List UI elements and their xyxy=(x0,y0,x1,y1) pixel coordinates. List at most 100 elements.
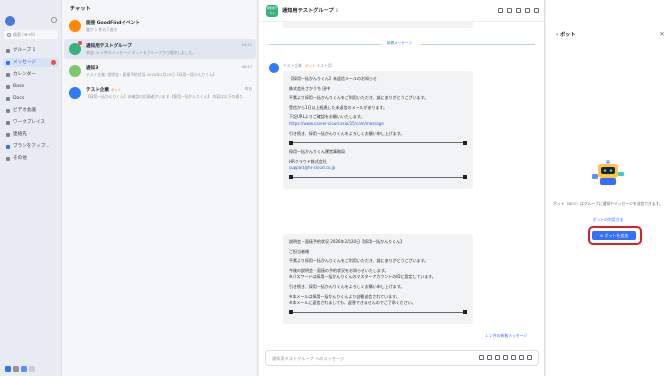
chat-list-item[interactable]: 通知3 テスト企業: 説明会・面接予約状況 2026年2月20日【採用一括かんり… xyxy=(64,61,256,81)
chat-list-item[interactable]: 通知用テストグループ 参加: ※ 3 件のメッセージ ボットをグループから削除し… xyxy=(64,39,256,59)
message-line: 平素より採用一括かんりくんをご利用いただき、誠にありがとうございます。 xyxy=(289,95,429,101)
separator-line xyxy=(289,140,467,145)
message-line: 株式会社さかうち 田中 xyxy=(289,85,331,91)
add-member-icon[interactable] xyxy=(516,8,521,13)
chat-name: 面接 GoodFindイベント xyxy=(86,20,140,26)
sidebar-item-docs[interactable]: Docs xyxy=(3,94,59,103)
panel-description: ボット（BOT）はグループに通知やメッセージを送信できます。 xyxy=(553,201,663,206)
plus-icon[interactable] xyxy=(511,355,516,360)
message-line: 今後の説明会・面接の予約状況をお知らせいたします。 xyxy=(289,267,389,273)
sender-info: テスト企業 ボット テスト用 xyxy=(283,63,332,69)
sidebar-item-calendar[interactable]: カレンダー xyxy=(3,70,59,79)
sidebar-item-label: ワークプレイス xyxy=(13,120,46,125)
message-line: HRクラウド株式会社 xyxy=(289,158,327,164)
search-icon xyxy=(7,32,11,37)
message-line: 採用一括かんりくん運営事務局 xyxy=(289,149,345,155)
message-input-placeholder: 通知用テストグループ へのメッセージ xyxy=(272,356,345,361)
send-icon[interactable] xyxy=(527,355,532,360)
avatar[interactable] xyxy=(269,63,279,73)
workplace-icon xyxy=(6,120,10,125)
sidebar-item-label: プランをアップ… xyxy=(13,144,50,149)
video-icon[interactable] xyxy=(507,8,512,13)
bot-usage-link[interactable]: ボットの利用方法 xyxy=(552,217,664,223)
chat-main: 通知用テスト 通知用テストグループ 8 新着メッセージ テスト企業 ボット テスト… xyxy=(259,0,545,376)
bot-panel: ‹ ボット × ボット（BOT）はグループに通知やメッセージを送信できます。 ボ… xyxy=(546,0,670,376)
more-icon[interactable] xyxy=(534,8,539,13)
chat-snippet: テスト企業: 説明会・面接予約状況 2026年2月20日【採用一括かんりくん】 xyxy=(86,72,217,77)
gear-icon[interactable] xyxy=(51,17,57,23)
chat-name: テスト企業 ボット xyxy=(86,87,121,93)
sidebar-item-contacts[interactable]: 連絡先 xyxy=(3,130,59,139)
separator-line xyxy=(289,175,467,180)
sidebar-item-label: カレンダー xyxy=(13,72,36,77)
sidebar-item-label: その他 xyxy=(13,156,27,161)
docs-icon xyxy=(6,96,10,101)
sidebar-item-video[interactable]: ビデオ会議 xyxy=(3,106,59,115)
new-messages-label: 新着メッセージ xyxy=(387,41,413,45)
message-line: ※本メールに返信されましても、返答できませんのでご了承ください。 xyxy=(289,300,416,306)
chat-time: 16:21 xyxy=(241,43,252,47)
sidebar-item-label: グループ 1 xyxy=(13,48,36,53)
sidebar-item-label: Base xyxy=(13,84,25,89)
app-icon[interactable] xyxy=(5,366,11,372)
message-link[interactable]: support@hr-cloud.co.jp xyxy=(289,165,467,171)
video-icon xyxy=(6,108,10,113)
chat-icon[interactable] xyxy=(498,8,503,13)
sender-meta: テスト用 xyxy=(316,63,332,68)
app-icon[interactable] xyxy=(21,366,27,372)
highlight-box xyxy=(588,226,642,245)
header-tools xyxy=(494,8,539,15)
member-count[interactable]: 8 xyxy=(336,8,339,13)
avatar xyxy=(69,20,81,32)
message-line: ※本メールは採用一括かんりくんより自動送信されています。 xyxy=(289,293,400,299)
chat-title-text: 通知用テストグループ xyxy=(282,8,334,14)
sidebar-item-messages[interactable]: メッセージ xyxy=(3,58,59,67)
sidebar-item-workplace[interactable]: ワークプレイス xyxy=(3,118,59,127)
message-line: 下記URLよりご確認をお願いいたします。 xyxy=(289,114,365,120)
message-line: 平素より採用一括かんりくんをご利用いただき、誠にありがとうございます。 xyxy=(289,258,429,264)
search-input[interactable]: 検索 (⌘+K) xyxy=(4,30,58,39)
message-bubble[interactable]: 【採用一括かんりくん】未返信メールのお知らせ 株式会社さかうち 田中 平素より採… xyxy=(283,71,473,189)
unread-badge xyxy=(51,60,56,65)
user-avatar[interactable] xyxy=(5,16,15,26)
sidebar-item-group[interactable]: グループ 1 xyxy=(3,46,59,55)
message-icon xyxy=(6,60,10,65)
search-placeholder: 検索 (⌘+K) xyxy=(13,32,36,37)
chat-time: 昨日 xyxy=(244,87,252,91)
chat-name: 通知用テストグループ xyxy=(86,43,132,49)
chat-snippet: 誰か 1 件の下書き xyxy=(86,27,118,32)
message-line: 引き続き、採用一括かんりくんをよろしくお願い申し上げます。 xyxy=(289,130,405,136)
sidebar-item-label: ビデオ会議 xyxy=(13,108,36,113)
sidebar-item-label: 連絡先 xyxy=(13,132,27,137)
chat-header: 通知用テスト 通知用テストグループ 8 xyxy=(259,0,545,22)
chat-snippet: 【採用一括かんりくん】未確認の応募者がいます【採用一括かんりくん】 内容は以下の… xyxy=(86,94,246,99)
sidebar-item-upgrade[interactable]: プランをアップ… xyxy=(3,142,59,151)
input-tools xyxy=(476,355,532,362)
format-icon[interactable] xyxy=(479,355,484,360)
sidebar-item-label: Docs xyxy=(13,96,25,101)
panel-title[interactable]: ‹ ボット xyxy=(556,31,576,38)
chat-list: チャット 面接 GoodFindイベント 誰か 1 件の下書き 通知用テストグル… xyxy=(62,0,258,376)
message-link[interactable]: https://www.career-cloud.asia/25/com/mes… xyxy=(289,121,467,127)
separator-line xyxy=(289,310,467,315)
chat-name-text: テスト企業 xyxy=(86,87,109,93)
chat-list-item[interactable]: 面接 GoodFindイベント 誰か 1 件の下書き xyxy=(64,16,256,36)
settings-icon[interactable] xyxy=(525,8,530,13)
avatar xyxy=(69,65,81,77)
emoji-icon[interactable] xyxy=(487,355,492,360)
sidebar-item-base[interactable]: Base xyxy=(3,82,59,91)
robot-illustration-icon xyxy=(592,160,624,185)
app-icon[interactable] xyxy=(13,366,19,372)
message-bubble[interactable]: 説明会・面接予約状況 2026年2月20日【採用一括かんりくん】 ご担当者様 平… xyxy=(283,234,473,324)
add-person-icon[interactable] xyxy=(503,355,508,360)
expand-icon[interactable] xyxy=(519,355,524,360)
sidebar-item-more[interactable]: その他 xyxy=(3,154,59,163)
message-input[interactable]: 通知用テストグループ へのメッセージ xyxy=(265,350,539,366)
mention-icon[interactable] xyxy=(495,355,500,360)
app-icon[interactable] xyxy=(29,366,35,372)
unread-badge xyxy=(78,41,82,45)
close-icon[interactable]: × xyxy=(659,30,665,38)
group-avatar: 通知用テスト xyxy=(266,5,278,17)
chat-list-item[interactable]: テスト企業 ボット 【採用一括かんりくん】未確認の応募者がいます【採用一括かんりく… xyxy=(64,83,256,103)
new-message-count-link[interactable]: ↓ 2 件の新着メッセージ xyxy=(485,333,528,339)
